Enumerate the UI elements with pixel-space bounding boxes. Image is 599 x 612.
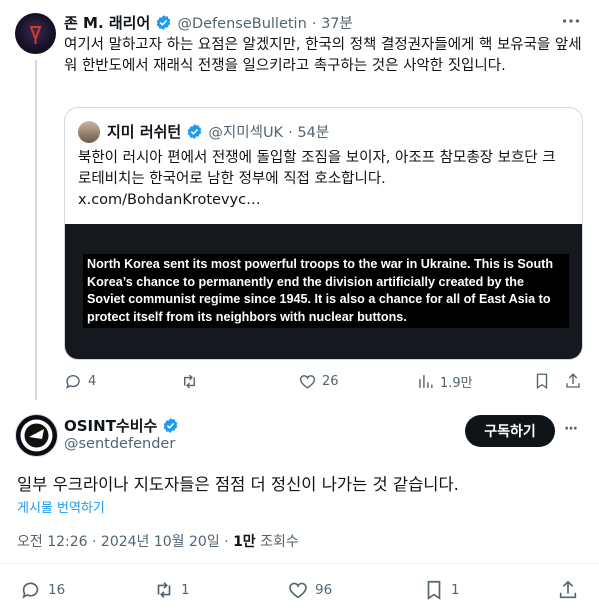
reply-button[interactable]: 4 [64,372,96,391]
verified-badge-icon [157,15,171,30]
reply-author: OSINT수비수 [64,415,179,436]
bookmark-icon [536,373,548,390]
quote-header: 지미 러쉬턴 @지미섹UK · 54분 [107,121,329,142]
retweet-count: 1 [181,582,190,598]
views-chart-icon [419,375,433,388]
views-count: 1.9만 [440,376,473,391]
more-options-icon[interactable] [560,10,582,36]
quote-media-image[interactable]: North Korea sent its most powerful troop… [65,224,582,359]
author-handle[interactable]: @DefenseBulletin [177,16,306,32]
views-button[interactable]: 1.9만 [416,372,473,391]
bookmark-count: 1 [451,582,460,598]
post-timestamp[interactable]: 오전 12:26 · 2024년 10월 20일 · [17,534,229,550]
subscribe-button[interactable]: 구독하기 [465,415,555,447]
share-icon [559,580,577,599]
reply-text: 일부 우크라이나 지도자들은 점점 더 정신이 나가는 것 같습니다. [17,475,459,494]
reply-author-handle[interactable]: @sentdefender [64,436,175,452]
avatar[interactable] [15,13,56,54]
quote-text: 북한이 러시아 편에서 전쟁에 돌입할 조짐을 보이자, 아조프 참모총장 보흐… [78,150,556,187]
quote-author-name: 지미 러쉬턴 [107,123,182,141]
like-button[interactable]: 96 [287,579,332,601]
bookmark-button[interactable] [533,372,551,394]
reply-icon [22,582,39,599]
post-views-count: 1만 [233,534,256,550]
quote-time: · 54분 [288,125,330,141]
post-meta: 오전 12:26 · 2024년 10월 20일 · 1만 조회수 [17,531,299,551]
retweet-icon [157,582,171,598]
tweet-header: 존 M. 래리어 @DefenseBulletin · 37분 [64,12,353,33]
avatar[interactable] [15,414,58,457]
share-button[interactable] [564,372,582,394]
osint-logo-icon [20,419,53,452]
reply-count: 16 [48,582,66,598]
reply-author-name[interactable]: OSINT수비수 [64,417,157,435]
quote-avatar [78,121,100,143]
heart-icon [289,582,307,599]
like-count: 96 [315,582,333,598]
bookmark-button[interactable]: 1 [423,579,460,601]
bookmark-icon [427,580,441,600]
share-icon [566,373,580,388]
translate-link[interactable]: 게시물 번역하기 [17,497,105,516]
more-options-icon[interactable]: ··· [564,421,578,437]
retweet-button[interactable]: 1 [153,579,190,601]
quote-link[interactable]: x.com/BohdanKrotevyc… [78,190,261,211]
tweet-time[interactable]: · 37분 [312,16,353,32]
post-views-label: 조회수 [260,534,299,550]
verified-badge-icon [187,124,202,139]
quoted-tweet[interactable]: 지미 러쉬턴 @지미섹UK · 54분 북한이 러시아 편에서 전쟁에 돌입할 … [64,107,583,360]
reply-icon [66,375,80,389]
verified-badge-icon [164,418,178,433]
retweet-icon [184,374,195,389]
media-caption: North Korea sent its most powerful troop… [83,254,569,328]
like-count: 26 [322,374,339,389]
retweet-button[interactable] [180,372,204,391]
thread-line [35,60,37,400]
reply-count: 4 [88,374,97,389]
reply-button[interactable]: 16 [20,579,65,601]
like-button[interactable]: 26 [298,372,339,391]
quote-author-handle: @지미섹UK [208,125,284,141]
heart-icon [299,375,316,389]
tweet-text: 여기서 말하고자 하는 요점은 알겠지만, 한국의 정책 결정권자들에게 핵 보… [64,37,582,74]
author-name[interactable]: 존 M. 래리어 [64,14,150,32]
share-button[interactable] [557,579,579,605]
divider [0,563,599,564]
